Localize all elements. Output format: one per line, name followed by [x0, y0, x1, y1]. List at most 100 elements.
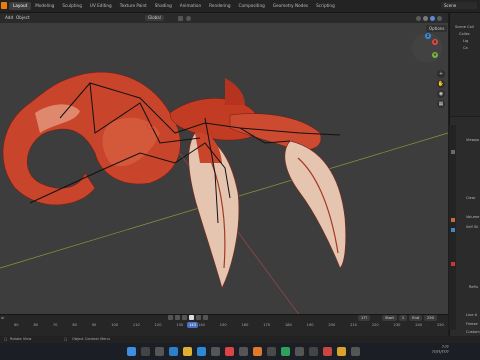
outliner-item[interactable]: Collec	[459, 32, 470, 36]
app-icon[interactable]	[267, 347, 276, 356]
timeline-tick: 140	[198, 323, 205, 327]
timeline-tick: 160	[241, 323, 249, 327]
object-tab-icon[interactable]	[451, 218, 455, 222]
reflect-label: Reflu	[469, 285, 479, 289]
timeline-tick: 130	[176, 323, 184, 327]
tab-geometry-nodes[interactable]: Geometry Nodes	[269, 2, 312, 10]
timeline-tick: 110	[132, 323, 140, 327]
zoom-icon[interactable]: +	[437, 70, 445, 78]
snap-icon[interactable]	[178, 16, 183, 21]
tab-shading[interactable]: Shading	[151, 2, 176, 10]
current-frame-field[interactable]: 1??	[358, 315, 371, 321]
object-menu[interactable]: Object	[16, 13, 30, 23]
timeline-tick: 220	[371, 323, 379, 327]
task-view-icon[interactable]	[155, 347, 164, 356]
timeline-tick: 80	[33, 323, 39, 327]
step-forward-icon[interactable]	[196, 315, 201, 320]
tab-sculpting[interactable]: Sculpting	[58, 2, 86, 10]
timeline-tick: 70	[52, 323, 58, 327]
scene-selector[interactable]: Scene	[441, 2, 477, 9]
browser-icon[interactable]	[197, 347, 206, 356]
status-context-menu: Object Context Menu	[72, 337, 110, 341]
tab-uv-editing[interactable]: UV Editing	[86, 2, 116, 10]
outliner-item[interactable]: Ca	[463, 46, 468, 50]
timeline-tick: 210	[350, 323, 357, 327]
rendered-shading-icon[interactable]	[437, 16, 442, 21]
outliner-item[interactable]: Scene Coll	[455, 25, 474, 29]
camera-view-icon[interactable]: ◉	[437, 90, 445, 98]
tab-modeling[interactable]: Modeling	[31, 2, 58, 10]
frame-range: 1?? Start 1 End 250	[358, 315, 437, 321]
proportional-edit-icon[interactable]	[186, 16, 191, 21]
creature-model	[2, 71, 347, 289]
timeline-tick: 230	[393, 323, 401, 327]
options-button[interactable]: Options	[426, 25, 448, 32]
3d-viewport[interactable]	[0, 23, 448, 316]
end-field[interactable]: 250	[424, 315, 437, 321]
wireframe-shading-icon[interactable]	[416, 16, 421, 21]
timeline-tick: 190	[306, 323, 314, 327]
app-icon[interactable]	[239, 347, 248, 356]
search-icon[interactable]	[141, 347, 150, 356]
status-rotate-view: Rotate View	[10, 337, 32, 341]
freeze-label: Freeze	[466, 322, 478, 326]
start-field[interactable]: 1	[398, 315, 408, 321]
blender-logo-icon[interactable]	[1, 2, 7, 9]
timeline-label: ar	[1, 316, 5, 320]
tab-scripting[interactable]: Scripting	[312, 2, 339, 10]
gizmo-x-axis-icon[interactable]: X	[432, 39, 438, 45]
app-icon[interactable]	[323, 347, 332, 356]
step-back-icon[interactable]	[175, 315, 180, 320]
play-icon[interactable]	[189, 315, 194, 320]
start-label: Start	[382, 315, 397, 321]
clock-date: ??/??/????	[432, 350, 449, 354]
solid-shading-icon[interactable]	[423, 16, 428, 21]
gizmo-z-axis-icon[interactable]: Z	[425, 33, 431, 39]
tab-layout[interactable]: Layout	[9, 2, 32, 10]
gizmo-y-axis-icon[interactable]: Y	[432, 52, 438, 58]
jump-start-icon[interactable]	[168, 315, 173, 320]
timeline-tick: 80	[72, 323, 77, 327]
material-tab-icon[interactable]	[451, 262, 455, 266]
custom-label: Custom	[466, 330, 480, 334]
modifier-tab-icon[interactable]	[451, 228, 455, 232]
mouse-hint-icon: ▢	[64, 337, 68, 341]
add-menu[interactable]: Add	[5, 13, 13, 23]
line-art-label: Line A	[466, 313, 478, 317]
outliner-item[interactable]: Lig	[463, 39, 468, 43]
app-icon[interactable]	[295, 347, 304, 356]
clear-label: Clear	[466, 196, 476, 200]
mouse-hint-icon: ▢	[4, 337, 8, 341]
jump-end-icon[interactable]	[203, 315, 208, 320]
playhead-frame[interactable]: 143	[187, 322, 198, 328]
app-icon[interactable]	[281, 347, 290, 356]
system-tray[interactable]: 7:?? ??/??/????	[432, 345, 449, 355]
app-icon[interactable]	[351, 347, 360, 356]
tab-texture-paint[interactable]: Texture Paint	[116, 2, 151, 10]
perspective-toggle-icon[interactable]: ▦	[437, 100, 445, 108]
file-explorer-icon[interactable]	[183, 347, 192, 356]
timeline-tick: 170	[263, 323, 271, 327]
app-icon[interactable]	[211, 347, 220, 356]
volume-label: Volume	[466, 215, 480, 219]
timeline-tick: 240	[415, 323, 423, 327]
play-reverse-icon[interactable]	[182, 315, 187, 320]
app-icon[interactable]	[337, 347, 346, 356]
timeline-ruler[interactable]: 60 80 70 80 90 100 110 120 130 140 150 1…	[14, 323, 444, 327]
blender-taskbar-icon[interactable]	[253, 347, 262, 356]
app-icon[interactable]	[225, 347, 234, 356]
pan-hand-icon[interactable]: ✋	[437, 80, 445, 88]
timeline-tick: 200	[328, 323, 336, 327]
tab-animation[interactable]: Animation	[176, 2, 205, 10]
viewport-scene	[0, 71, 448, 316]
app-icon[interactable]	[169, 347, 178, 356]
tool-tab-icon[interactable]	[451, 150, 455, 154]
self-shadow-label: Self Sh	[466, 225, 479, 229]
material-shading-icon[interactable]	[430, 16, 435, 21]
transform-orientation-dropdown[interactable]: Global	[145, 15, 164, 21]
tab-rendering[interactable]: Rendering	[205, 2, 234, 10]
app-icon[interactable]	[309, 347, 318, 356]
tab-compositing[interactable]: Compositing	[235, 2, 269, 10]
workspace-tabs: Layout Modeling Sculpting UV Editing Tex…	[9, 2, 339, 10]
start-icon[interactable]	[127, 347, 136, 356]
